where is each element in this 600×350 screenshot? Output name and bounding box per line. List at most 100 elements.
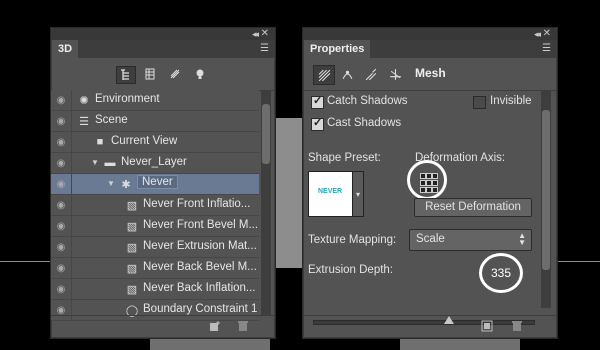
panel-tab-row: 3D ☰ (51, 40, 275, 58)
cast-shadows-checkbox[interactable] (311, 116, 324, 131)
mesh-icon: ✱ (121, 178, 131, 191)
scrollbar-thumb[interactable] (542, 110, 550, 270)
cap-properties-icon[interactable] (361, 65, 381, 83)
deform-properties-icon[interactable] (337, 65, 357, 83)
panel-topbar: ◂◂ ✕ (51, 28, 275, 40)
material-icon: ▧ (126, 262, 138, 275)
layer-label: Never_Layer (121, 156, 187, 168)
texture-mapping-value: Scale (416, 233, 445, 245)
mesh-properties-icon[interactable] (313, 65, 335, 85)
layer-row[interactable]: ◉ ✺ Environment (51, 90, 259, 111)
expand-triangle-icon[interactable]: ▼ (107, 179, 115, 188)
layer-row[interactable]: ◉ ▧ Never Back Inflation... (51, 279, 259, 300)
coordinates-properties-icon[interactable] (385, 65, 405, 83)
visibility-eye-icon[interactable]: ◉ (51, 237, 72, 257)
properties-bottombar (303, 315, 557, 338)
extrusion-depth-highlight: 335 (479, 253, 523, 293)
panel-topbar: ◂◂ ✕ (303, 28, 557, 40)
layer-row[interactable]: ◉ ▼ ✱ Never (51, 174, 259, 195)
delete-icon[interactable] (237, 320, 249, 335)
background-3d-text-shape-bottom-right (400, 338, 520, 350)
layer-row[interactable]: ◉ ▼ ▬ Never_Layer (51, 153, 259, 174)
material-filter-icon[interactable] (166, 66, 184, 82)
panel-tab-row: Properties ☰ (303, 40, 557, 58)
select-arrows-icon: ▲ ▼ (518, 231, 526, 247)
layer-list-scrollbar[interactable] (261, 90, 271, 316)
3d-panel-bottombar (51, 315, 275, 338)
material-icon: ▧ (126, 199, 138, 212)
tab-properties[interactable]: Properties (304, 40, 371, 58)
render-icon[interactable] (481, 320, 493, 335)
close-panel-icon[interactable]: ✕ (261, 28, 269, 39)
camera-icon: ■ (96, 136, 104, 148)
properties-toolbar: Mesh (303, 58, 557, 91)
layer-row[interactable]: ◉ ▧ Never Back Bevel M... (51, 258, 259, 279)
reset-deformation-button[interactable]: Reset Deformation (414, 198, 532, 217)
3d-layer-list: ◉ ✺ Environment ◉ ☰ Scene ◉ ■ Current View ◉ ▼ ▬ Nev… (51, 90, 259, 321)
shape-preset-label: Shape Preset: (308, 152, 381, 164)
tab-3d[interactable]: 3D (52, 40, 79, 58)
close-panel-icon[interactable]: ✕ (543, 28, 551, 39)
properties-title: Mesh (415, 66, 446, 80)
layer-row[interactable]: ◉ ■ Current View (51, 132, 259, 153)
expand-triangle-icon[interactable]: ▼ (91, 158, 99, 167)
background-3d-text-shape-bottom (150, 338, 270, 350)
extrusion-depth-value[interactable]: 335 (482, 266, 520, 280)
3d-filter-toolbar (51, 58, 275, 91)
collapse-panel-icon[interactable]: ◂◂ (252, 29, 259, 40)
panel-menu-icon[interactable]: ☰ (260, 43, 269, 54)
layer-label: Boundary Constraint 1 (143, 303, 258, 315)
visibility-eye-icon[interactable]: ◉ (51, 195, 72, 215)
scene-icon: ☰ (79, 115, 89, 128)
light-filter-icon[interactable] (191, 66, 209, 82)
mesh-filter-icon[interactable] (141, 66, 159, 82)
layer-label: Current View (111, 135, 178, 147)
deformation-axis-grid-icon[interactable] (420, 173, 438, 193)
layer-label: Never Extrusion Mat... (143, 240, 257, 252)
collapse-panel-icon[interactable]: ◂◂ (534, 29, 541, 40)
extrusion-depth-label: Extrusion Depth: (308, 264, 394, 276)
layer-row[interactable]: ◉ ☰ Scene (51, 111, 259, 132)
layer-label: Never (137, 175, 178, 189)
layer-label: Never Back Inflation... (143, 282, 256, 294)
layer-label: Never Back Bevel M... (143, 261, 257, 273)
visibility-eye-icon[interactable]: ◉ (51, 153, 72, 173)
texture-mapping-label: Texture Mapping: (308, 234, 397, 246)
material-icon: ▧ (126, 283, 138, 296)
layer-row[interactable]: ◉ ▧ Never Extrusion Mat... (51, 237, 259, 258)
visibility-eye-icon[interactable]: ◉ (51, 216, 72, 236)
layer-label: Never Front Bevel M... (143, 219, 259, 231)
delete-icon[interactable] (511, 320, 523, 335)
layer-label: Never Front Inflatio... (143, 198, 251, 210)
cast-shadows-label: Cast Shadows (327, 117, 402, 129)
visibility-eye-icon[interactable]: ◉ (51, 279, 72, 299)
folder-icon: ▬ (104, 157, 116, 169)
invisible-label: Invisible (490, 95, 532, 107)
deformation-axis-highlight (407, 160, 447, 200)
shape-preset-thumbnail[interactable]: NEVER (308, 171, 354, 217)
3d-panel: ◂◂ ✕ 3D ☰ ◉ ✺ Environment ◉ ☰ Scene ◉ ■ Current … (50, 27, 276, 339)
texture-mapping-select[interactable]: Scale ▲ ▼ (409, 229, 532, 251)
visibility-eye-icon[interactable]: ◉ (51, 258, 72, 278)
layer-label: Environment (95, 93, 160, 105)
catch-shadows-label: Catch Shadows (327, 95, 408, 107)
properties-panel: ◂◂ ✕ Properties ☰ Mesh Catch Shadows Inv… (302, 27, 558, 339)
properties-scrollbar[interactable] (541, 90, 551, 308)
catch-shadows-checkbox[interactable] (311, 94, 324, 109)
invisible-checkbox[interactable] (473, 96, 486, 109)
background-3d-text-shape (274, 118, 302, 268)
layer-row[interactable]: ◉ ▧ Never Front Bevel M... (51, 216, 259, 237)
visibility-eye-icon[interactable]: ◉ (51, 174, 72, 194)
visibility-eye-icon[interactable]: ◉ (51, 111, 72, 131)
scrollbar-thumb[interactable] (262, 104, 270, 164)
visibility-eye-icon[interactable]: ◉ (51, 90, 72, 110)
layer-row[interactable]: ◉ ▧ Never Front Inflatio... (51, 195, 259, 216)
material-icon: ▧ (126, 241, 138, 254)
visibility-eye-icon[interactable]: ◉ (51, 132, 72, 152)
scene-filter-icon[interactable] (116, 66, 136, 84)
new-object-icon[interactable] (209, 320, 221, 335)
panel-menu-icon[interactable]: ☰ (542, 43, 551, 54)
material-icon: ▧ (126, 220, 138, 233)
environment-icon: ✺ (79, 94, 89, 107)
shape-preset-dropdown[interactable]: ▾ (352, 171, 364, 217)
